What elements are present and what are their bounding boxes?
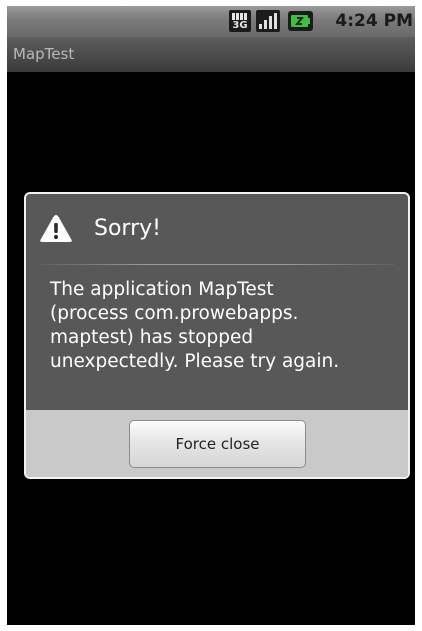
dialog-divider <box>39 264 395 265</box>
app-title: MapTest <box>13 45 75 63</box>
warning-icon <box>40 215 72 242</box>
device-screen: 3G 4:24 PM MapTest Sorry! The applicatio… <box>7 6 415 625</box>
force-close-button[interactable]: Force close <box>129 420 306 468</box>
3g-icon: 3G <box>229 10 251 32</box>
error-dialog: Sorry! The application MapTest (process … <box>24 192 410 479</box>
signal-icon <box>256 10 280 32</box>
status-clock: 4:24 PM <box>335 11 413 31</box>
status-bar: 3G 4:24 PM <box>7 6 415 37</box>
dialog-header: Sorry! <box>26 194 408 264</box>
dialog-message: The application MapTest (process com.pro… <box>50 279 340 372</box>
network-type-label: 3G <box>232 20 248 31</box>
battery-icon <box>288 11 313 31</box>
dialog-button-bar: Force close <box>26 410 408 477</box>
app-title-bar: MapTest <box>7 37 415 72</box>
dialog-title: Sorry! <box>94 216 161 241</box>
